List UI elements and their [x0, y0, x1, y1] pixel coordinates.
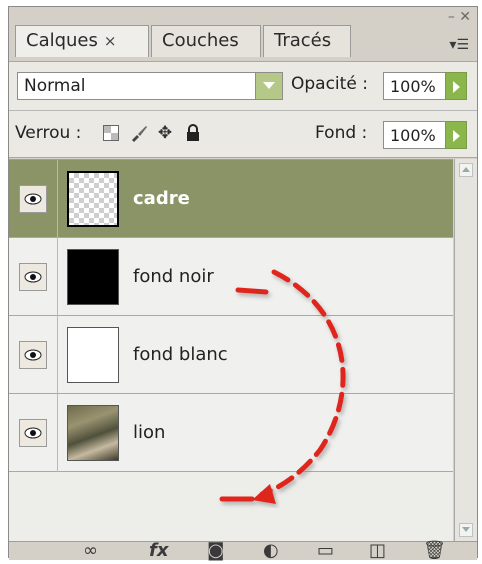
divider [57, 316, 58, 394]
scroll-up-icon[interactable] [459, 163, 473, 177]
eye-icon[interactable] [19, 341, 47, 369]
link-layers-icon[interactable]: ∞ [83, 540, 98, 561]
trash-icon[interactable]: 🗑 [423, 540, 446, 561]
layer-thumbnail-cadre [67, 171, 119, 227]
fill-slider-arrow-icon[interactable] [445, 121, 467, 149]
lock-label: Verrou : [15, 123, 82, 143]
layer-row-cadre[interactable]: cadre [9, 160, 453, 238]
lock-row: Verrou : ✥ Fond : 100% [9, 111, 477, 158]
eye-icon[interactable] [19, 185, 47, 213]
eye-icon[interactable] [19, 263, 47, 291]
blend-row: Normal Opacité : 100% [9, 61, 477, 111]
layer-name-cadre[interactable]: cadre [133, 188, 190, 209]
lock-transparency-icon[interactable] [101, 122, 121, 144]
panel-menu-icon[interactable]: ▾☰ [449, 37, 469, 53]
lock-all-icon[interactable] [183, 122, 203, 144]
tab-traces[interactable]: Tracés [263, 25, 351, 57]
chevron-down-icon[interactable] [255, 73, 282, 99]
layer-name-fond-noir[interactable]: fond noir [133, 266, 214, 287]
divider [57, 394, 58, 472]
opacity-slider-arrow-icon[interactable] [445, 72, 467, 100]
divider [57, 238, 58, 316]
blend-mode-select[interactable]: Normal [17, 72, 283, 100]
layer-row-fond-noir[interactable]: fond noir [9, 238, 453, 316]
tab-traces-label: Tracés [274, 30, 332, 51]
layers-panel: – ✕ Calques × Couches Tracés ▾☰ Normal Op… [8, 6, 478, 561]
tab-couches-label: Couches [162, 30, 239, 51]
layer-row-fond-blanc[interactable]: fond blanc [9, 316, 453, 394]
minimize-close-controls[interactable]: – ✕ [448, 9, 471, 25]
tab-calques[interactable]: Calques × [15, 25, 149, 57]
new-layer-icon[interactable]: ◫ [369, 540, 386, 561]
fill-field[interactable]: 100% [383, 121, 467, 149]
layer-row-lion[interactable]: lion [9, 394, 453, 472]
layer-name-lion[interactable]: lion [133, 422, 165, 443]
layers-scrollbar[interactable] [454, 159, 477, 541]
panel-bottom-toolbar: ∞ fx ◙ ◐ ▭ ◫ 🗑 [9, 540, 477, 561]
eye-icon[interactable] [19, 419, 47, 447]
opacity-value: 100% [390, 77, 436, 96]
lock-move-icon[interactable]: ✥ [155, 122, 175, 144]
layer-name-fond-blanc[interactable]: fond blanc [133, 344, 228, 365]
layer-thumbnail-lion [67, 405, 119, 461]
layers-list: cadre fond noir fond blanc lion [9, 159, 453, 542]
tab-calques-label: Calques [26, 30, 98, 51]
opacity-label: Opacité : [291, 74, 368, 94]
close-icon[interactable]: × [104, 32, 117, 50]
layer-thumbnail-fond-blanc [67, 327, 119, 383]
tab-couches[interactable]: Couches [151, 25, 261, 57]
blend-mode-value: Normal [24, 76, 86, 96]
fill-value: 100% [390, 126, 436, 145]
mask-icon[interactable]: ◙ [207, 540, 224, 561]
divider [57, 160, 58, 238]
layer-thumbnail-fond-noir [67, 249, 119, 305]
adjustment-icon[interactable]: ◐ [263, 540, 279, 561]
scroll-down-icon[interactable] [459, 523, 473, 537]
lock-brush-icon[interactable] [129, 122, 149, 144]
opacity-field[interactable]: 100% [383, 72, 467, 100]
fx-icon[interactable]: fx [149, 540, 168, 561]
fill-label: Fond : [315, 123, 368, 143]
folder-icon[interactable]: ▭ [317, 540, 334, 561]
